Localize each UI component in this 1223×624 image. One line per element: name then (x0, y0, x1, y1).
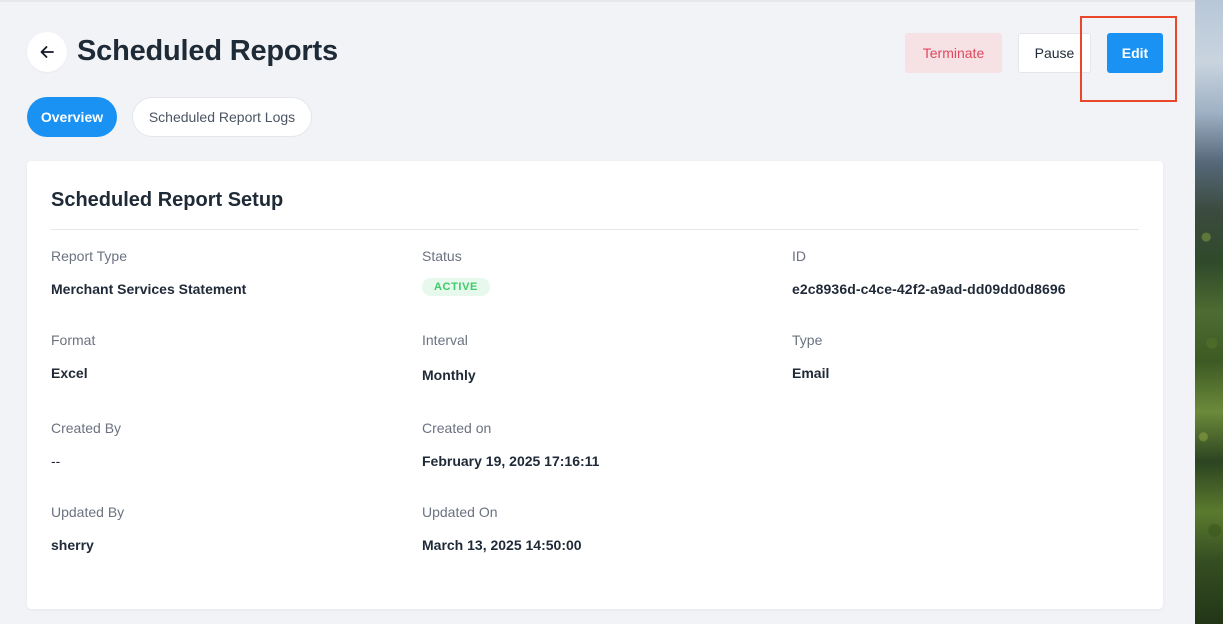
terminate-button[interactable]: Terminate (905, 33, 1002, 73)
back-button[interactable] (27, 32, 67, 72)
arrow-left-icon (40, 46, 54, 58)
field-value: sherry (51, 537, 94, 553)
field-type: Type Email (792, 332, 829, 381)
field-label: Updated By (51, 504, 125, 520)
field-label: Type (792, 332, 823, 348)
field-report-type: Report Type Merchant Services Statement (51, 248, 246, 297)
field-value: Monthly (422, 367, 476, 383)
card-title: Scheduled Report Setup (51, 189, 284, 211)
field-label: Updated On (422, 504, 498, 520)
field-created-on: Created on February 19, 2025 17:16:11 (422, 420, 599, 469)
field-label: Created By (51, 420, 122, 436)
field-label: ID (792, 248, 806, 264)
field-value: Excel (51, 365, 88, 381)
pause-button[interactable]: Pause (1018, 33, 1091, 73)
field-format: Format Excel (51, 332, 95, 381)
tab-overview[interactable]: Overview (27, 97, 117, 137)
tab-scheduled-report-logs[interactable]: Scheduled Report Logs (132, 97, 312, 137)
app-window: Scheduled Reports Terminate Pause Edit O… (0, 0, 1195, 624)
field-label: Report Type (51, 248, 128, 264)
scheduled-report-setup-card: Scheduled Report Setup Report Type Merch… (27, 161, 1163, 609)
field-updated-on: Updated On March 13, 2025 14:50:00 (422, 504, 582, 553)
field-label: Status (422, 248, 462, 264)
field-value: March 13, 2025 14:50:00 (422, 537, 582, 553)
field-status: Status ACTIVE (422, 248, 490, 296)
field-interval: Interval Monthly (422, 332, 476, 383)
field-value: -- (51, 453, 61, 469)
page-title: Scheduled Reports (77, 35, 338, 67)
card-divider (51, 229, 1139, 230)
field-id: ID e2c8936d-c4ce-42f2-a9ad-dd09dd0d8696 (792, 248, 1066, 297)
field-value: February 19, 2025 17:16:11 (422, 453, 600, 469)
field-value: e2c8936d-c4ce-42f2-a9ad-dd09dd0d8696 (792, 281, 1066, 297)
field-value: Merchant Services Statement (51, 281, 247, 297)
field-value: Email (792, 365, 830, 381)
field-created-by: Created By -- (51, 420, 121, 469)
field-updated-by: Updated By sherry (51, 504, 124, 553)
edit-button[interactable]: Edit (1107, 33, 1163, 73)
status-badge: ACTIVE (422, 278, 490, 296)
field-label: Created on (422, 420, 492, 436)
field-label: Format (51, 332, 96, 348)
field-label: Interval (422, 332, 468, 348)
background-photo (1195, 0, 1223, 624)
